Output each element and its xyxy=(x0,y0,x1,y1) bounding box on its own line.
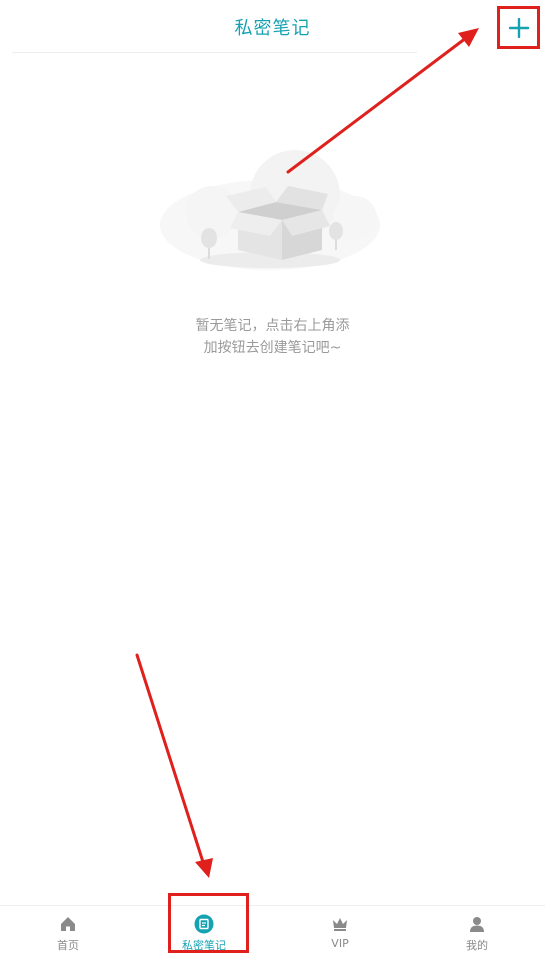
home-icon xyxy=(61,917,75,931)
annotation-highlight-box xyxy=(168,893,249,953)
header: 私密笔记 xyxy=(0,0,545,54)
user-icon xyxy=(470,917,484,932)
page-title: 私密笔记 xyxy=(234,18,311,39)
tab-label: 首页 xyxy=(57,939,79,952)
tab-me[interactable]: 我的 xyxy=(409,906,545,957)
bottom-tab-bar: 首页 私密笔记 VIP 我的 xyxy=(0,905,545,957)
crown-icon xyxy=(333,918,347,931)
empty-box-illustration xyxy=(160,150,380,270)
tab-label: VIP xyxy=(331,937,349,950)
add-note-button[interactable] xyxy=(497,6,540,49)
header-divider xyxy=(12,52,417,53)
tab-vip[interactable]: VIP xyxy=(272,906,408,957)
empty-message-line2: 加按钮去创建笔记吧~ xyxy=(203,340,342,356)
tab-home[interactable]: 首页 xyxy=(0,906,136,957)
plus-icon xyxy=(509,18,529,38)
tab-label: 我的 xyxy=(466,939,488,952)
empty-message-line1: 暂无笔记，点击右上角添 xyxy=(195,318,350,334)
